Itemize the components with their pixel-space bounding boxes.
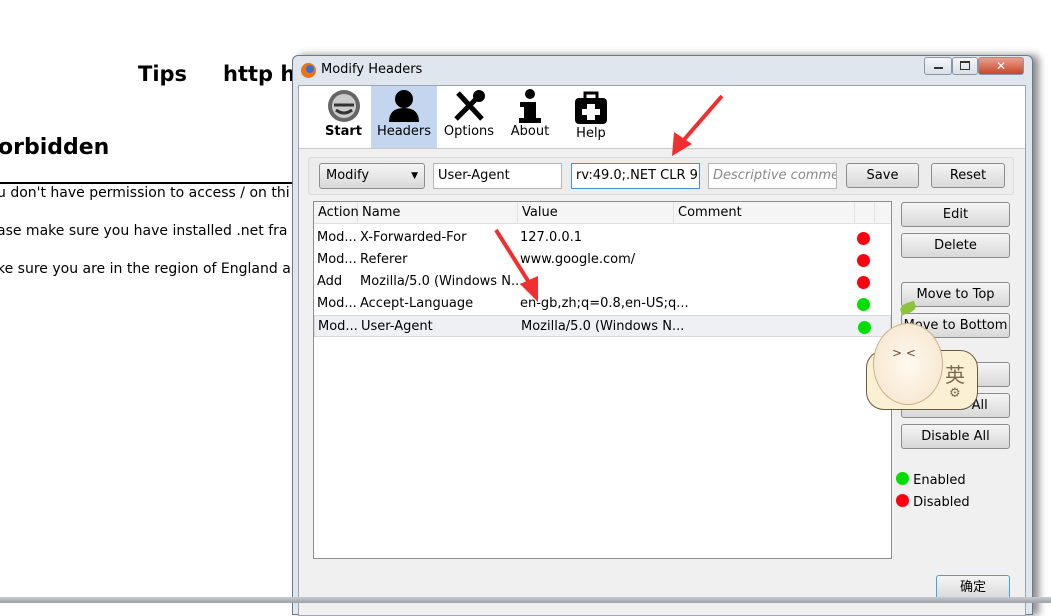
- legend-disabled: Disabled: [896, 493, 970, 510]
- tab-about[interactable]: About: [503, 86, 557, 148]
- minimize-button[interactable]: [924, 57, 952, 75]
- delete-button[interactable]: Delete: [901, 233, 1010, 258]
- ime-mode-label[interactable]: 英: [945, 359, 965, 388]
- enabled-status-icon[interactable]: [858, 321, 871, 334]
- tab-help[interactable]: Help: [563, 86, 619, 148]
- disabled-dot-icon: [896, 494, 909, 507]
- cell-name: Mozilla/5.0 (Windows N...: [360, 274, 524, 289]
- ime-mascot-icon: > <: [873, 323, 943, 405]
- firefox-icon: [301, 63, 316, 78]
- toolbar: Start Headers Options About Help: [299, 86, 1025, 149]
- cell-action: Mod...: [317, 252, 357, 267]
- cell-action: Mod...: [318, 319, 358, 334]
- first-aid-kit-icon: [575, 91, 607, 124]
- disabled-status-icon[interactable]: [857, 276, 870, 289]
- cell-name: Accept-Language: [360, 296, 474, 311]
- page-heading: orbidden: [0, 135, 110, 160]
- disable-all-button[interactable]: Disable All: [901, 424, 1010, 449]
- column-name[interactable]: Name: [358, 202, 518, 224]
- window-title: Modify Headers: [321, 62, 423, 77]
- tab-headers[interactable]: Headers: [371, 86, 437, 148]
- enabled-status-icon[interactable]: [857, 298, 870, 311]
- move-to-top-button[interactable]: Move to Top: [901, 282, 1010, 307]
- table-row[interactable]: Add Mozilla/5.0 (Windows N...: [314, 271, 891, 293]
- person-icon: [389, 90, 419, 122]
- body-text: u don't have permission to access / on t…: [0, 185, 290, 201]
- cell-value: en-gb,zh;q=0.8,en-US;q...: [520, 296, 689, 311]
- chevron-down-icon: ▼: [411, 171, 418, 181]
- cell-name: Referer: [360, 252, 408, 267]
- background-webpage: Tips http h orbidden u don't have permis…: [0, 0, 300, 603]
- cell-action: Mod...: [317, 296, 357, 311]
- nav-link-http[interactable]: http h: [223, 62, 295, 86]
- column-value[interactable]: Value: [518, 202, 674, 224]
- cell-value: 127.0.0.1: [520, 230, 583, 245]
- cell-value: www.google.com/: [520, 252, 636, 267]
- column-action[interactable]: Action: [314, 202, 359, 224]
- wrench-screwdriver-icon: [454, 90, 485, 121]
- comment-input[interactable]: Descriptive comment: [708, 163, 837, 189]
- close-button[interactable]: ✕: [978, 57, 1024, 75]
- reset-button[interactable]: Reset: [931, 163, 1005, 188]
- header-value-input[interactable]: rv:49.0;.NET CLR 9.9): [571, 163, 700, 189]
- start-icon: [327, 90, 360, 122]
- column-comment[interactable]: Comment: [674, 202, 855, 224]
- table-row[interactable]: Mod... User-Agent Mozilla/5.0 (Windows N..…: [314, 315, 891, 337]
- info-icon: [519, 89, 541, 123]
- edit-button[interactable]: Edit: [901, 202, 1010, 227]
- table-row[interactable]: Mod... Referer www.google.com/: [314, 249, 891, 271]
- disabled-status-icon[interactable]: [857, 254, 870, 267]
- divider: [0, 182, 300, 184]
- cell-value: Mozilla/5.0 (Windows N...: [521, 319, 685, 334]
- cell-name: X-Forwarded-For: [360, 230, 467, 245]
- cell-action: Mod...: [317, 230, 357, 245]
- headers-table: Action Name Value Comment Mod... X-Forwar…: [313, 201, 892, 559]
- table-header: Action Name Value Comment: [314, 202, 891, 224]
- action-select[interactable]: Modify ▼: [319, 163, 425, 189]
- header-name-input[interactable]: User-Agent: [433, 163, 562, 189]
- maximize-button[interactable]: [952, 57, 978, 75]
- gear-icon[interactable]: ⚙: [949, 386, 961, 401]
- body-text: ase make sure you have installed .net fr…: [0, 223, 288, 239]
- enabled-dot-icon: [896, 472, 909, 485]
- header-edit-form: Modify▼ User-Agent rv:49.0;.NET CLR 9.9)…: [308, 157, 1014, 195]
- disabled-status-icon[interactable]: [857, 232, 870, 245]
- taskbar: [0, 597, 1051, 603]
- nav-link-tips[interactable]: Tips: [138, 62, 187, 86]
- column-status: [855, 202, 875, 224]
- body-text: ke sure you are in the region of England…: [0, 261, 291, 277]
- legend-enabled: Enabled: [896, 471, 966, 488]
- table-row[interactable]: Mod... Accept-Language en-gb,zh;q=0.8,en-U…: [314, 293, 891, 315]
- table-row[interactable]: Mod... X-Forwarded-For 127.0.0.1: [314, 227, 891, 249]
- cell-action: Add: [317, 274, 343, 289]
- cell-name: User-Agent: [361, 319, 433, 334]
- save-button[interactable]: Save: [846, 163, 919, 188]
- tab-options[interactable]: Options: [439, 86, 499, 148]
- tab-start[interactable]: Start: [316, 86, 371, 148]
